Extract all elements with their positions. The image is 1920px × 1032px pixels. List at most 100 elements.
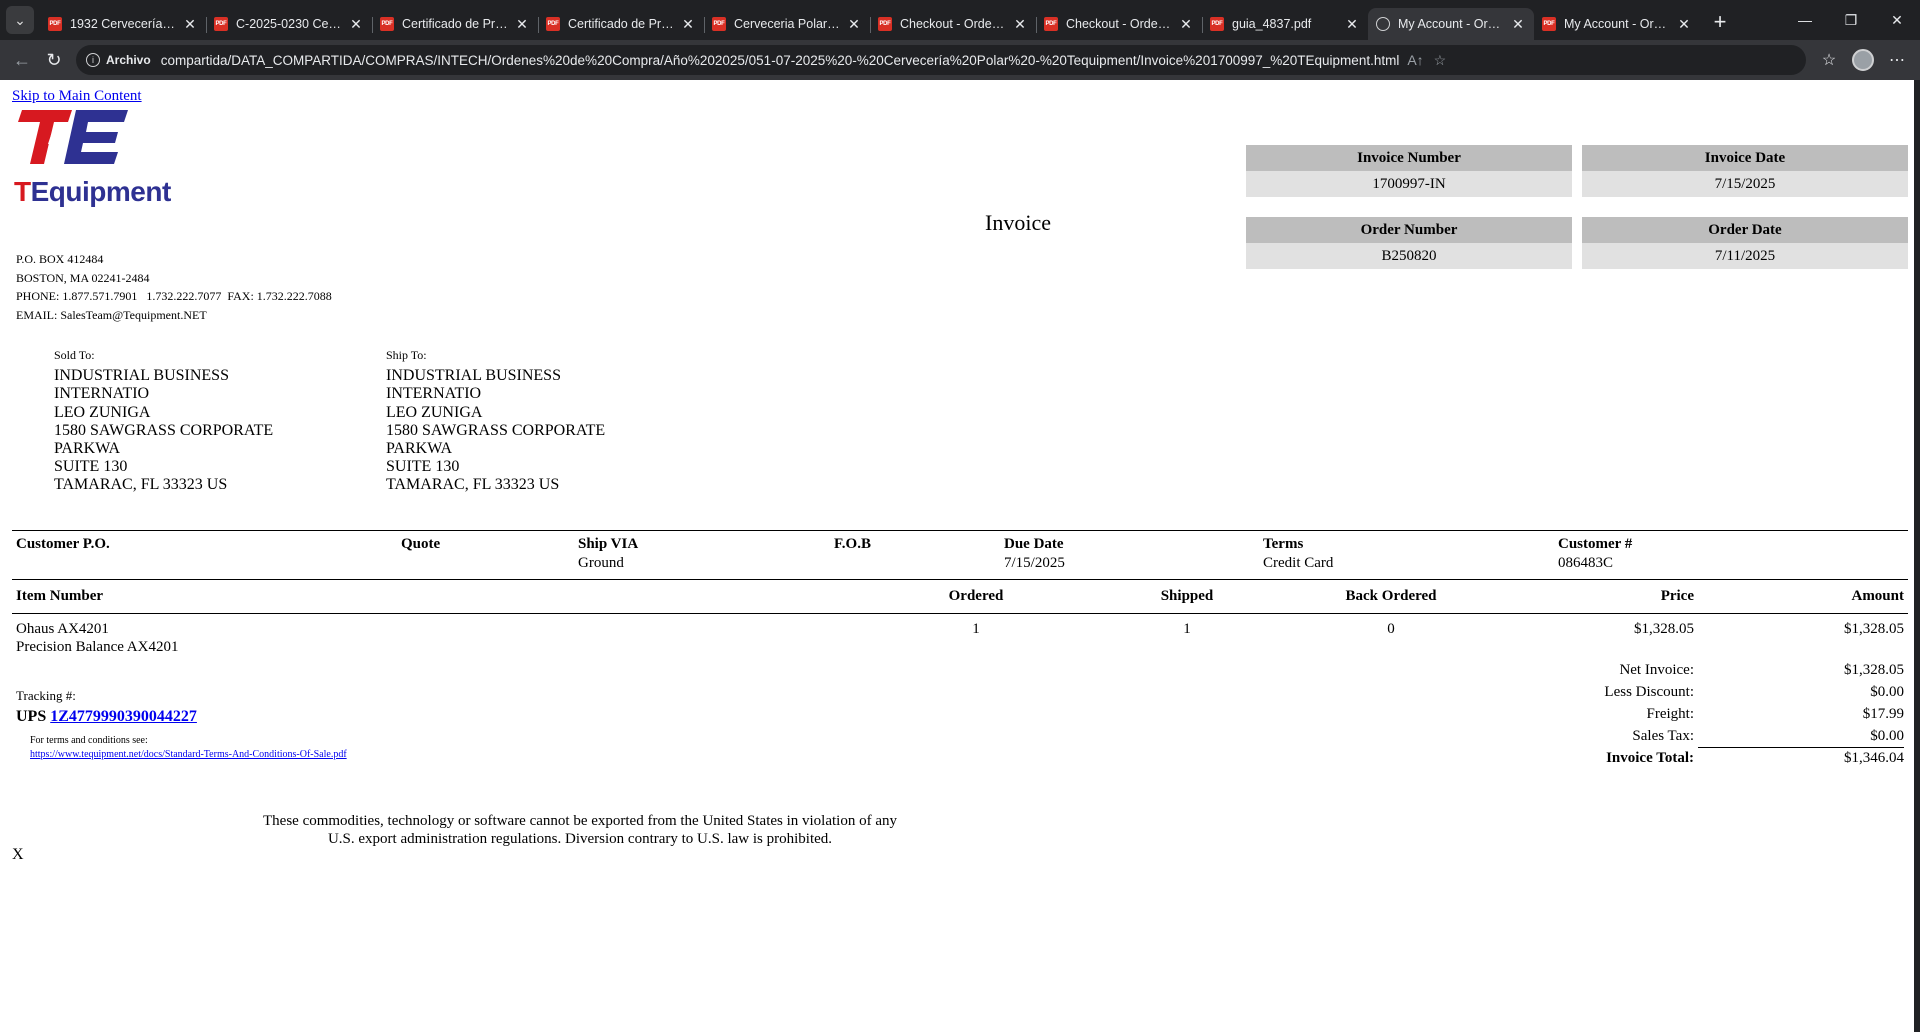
col-back-ordered: Back Ordered xyxy=(1345,588,1437,604)
address-line: LEO ZUNIGA xyxy=(386,403,483,421)
tab-4[interactable]: PDF Cerveceria Polar C.A. ✕ xyxy=(704,8,870,40)
item-amount: $1,328.05 xyxy=(1844,621,1904,637)
close-icon[interactable]: ✕ xyxy=(514,16,530,33)
invoice-number-label: Invoice Number xyxy=(1246,145,1572,171)
close-icon[interactable]: ✕ xyxy=(182,16,198,33)
close-icon[interactable]: ✕ xyxy=(1178,16,1194,33)
tab-1[interactable]: PDF C-2025-0230 Cervecería ✕ xyxy=(206,8,372,40)
back-arrow-icon[interactable]: ← xyxy=(6,44,38,76)
tracking-number-link[interactable]: 1Z4779990390044227 xyxy=(50,708,197,725)
pdf-icon: PDF xyxy=(214,17,228,31)
tab-6[interactable]: PDF Checkout - Order Co ✕ xyxy=(1036,8,1202,40)
skip-to-main-link[interactable]: Skip to Main Content xyxy=(12,88,142,105)
tab-5[interactable]: PDF Checkout - Order Co ✕ xyxy=(870,8,1036,40)
item-shipped: 1 xyxy=(1183,621,1191,637)
sales-tax-value: $0.00 xyxy=(1698,728,1904,748)
address-line: INDUSTRIAL BUSINESS xyxy=(54,367,229,385)
read-aloud-icon[interactable]: A↑ xyxy=(1407,52,1423,69)
order-date-box: Order Date 7/11/2025 xyxy=(1582,217,1908,269)
close-icon[interactable]: ✕ xyxy=(680,16,696,33)
tracking-label: Tracking #: xyxy=(16,688,76,703)
more-menu-icon[interactable]: ⋯ xyxy=(1880,44,1914,76)
tab-title: Checkout - Order Co xyxy=(1066,17,1172,31)
export-notice-line: These commodities, technology or softwar… xyxy=(263,813,897,829)
discount-label: Less Discount: xyxy=(1604,684,1694,700)
x-mark: X xyxy=(12,846,24,863)
address-line: SUITE 130 xyxy=(386,458,460,476)
page-viewport: Skip to Main Content TEquipment P.O. BOX… xyxy=(0,80,1920,1032)
tracking-info: Tracking #: UPS 1Z4779990390044227 xyxy=(16,688,197,726)
invoice-date-label: Invoice Date xyxy=(1582,145,1908,171)
ship-to-label: Ship To: xyxy=(386,348,427,362)
tab-search-chevron-icon[interactable]: ⌄ xyxy=(6,6,34,34)
close-icon[interactable]: ✕ xyxy=(1676,16,1692,33)
address-line: 1580 SAWGRASS CORPORATE xyxy=(54,421,274,439)
order-date-value: 7/11/2025 xyxy=(1582,243,1908,269)
customer-po-col: Customer P.O. xyxy=(16,536,110,552)
close-icon[interactable]: ✕ xyxy=(348,16,364,33)
tab-title: 1932 Cervecería Polar xyxy=(70,17,176,31)
item-price: $1,328.05 xyxy=(1634,621,1694,637)
address-line: SUITE 130 xyxy=(54,458,128,476)
invoice-total-value: $1,346.04 xyxy=(1844,750,1904,766)
col-shipped: Shipped xyxy=(1160,588,1214,604)
tab-0[interactable]: PDF 1932 Cervecería Polar ✕ xyxy=(40,8,206,40)
tab-title: Certificado de Produ xyxy=(402,17,508,31)
globe-icon xyxy=(1376,17,1390,31)
terms-link[interactable]: https://www.tequipment.net/docs/Standard… xyxy=(30,749,347,760)
close-icon[interactable]: ✕ xyxy=(846,16,862,33)
divider xyxy=(12,579,1908,580)
invoice-meta: Invoice Number 1700997-IN Invoice Date 7… xyxy=(1246,145,1908,289)
tab-title: Checkout - Order Co xyxy=(900,17,1006,31)
favorite-star-icon[interactable]: ☆ xyxy=(1434,52,1447,69)
address-line: 1580 SAWGRASS CORPORATE xyxy=(386,421,606,439)
favorites-icon[interactable]: ☆ xyxy=(1812,44,1846,76)
net-invoice-value: $1,328.05 xyxy=(1844,662,1904,678)
customer-number-col: Customer #086483C xyxy=(1558,536,1633,571)
item-ordered: 1 xyxy=(972,621,980,637)
export-notice: These commodities, technology or softwar… xyxy=(225,812,935,848)
tab-2[interactable]: PDF Certificado de Produ ✕ xyxy=(372,8,538,40)
export-notice-line: U.S. export administration regulations. … xyxy=(327,831,833,847)
sold-to-label: Sold To: xyxy=(54,348,95,362)
tab-title: guia_4837.pdf xyxy=(1232,17,1312,31)
net-invoice-label: Net Invoice: xyxy=(1619,662,1694,678)
close-icon[interactable]: ✕ xyxy=(1510,16,1526,33)
address-bar[interactable]: i Archivo compartida/DATA_COMPARTIDA/COM… xyxy=(76,45,1806,75)
restore-icon[interactable]: ❐ xyxy=(1828,0,1874,40)
tracking-line: UPS 1Z4779990390044227 xyxy=(16,708,197,726)
carrier-name: UPS xyxy=(16,708,47,725)
new-tab-plus-icon[interactable]: + xyxy=(1704,6,1736,38)
close-window-icon[interactable]: ✕ xyxy=(1874,0,1920,40)
pdf-icon: PDF xyxy=(878,17,892,31)
reload-icon[interactable]: ↻ xyxy=(38,44,70,76)
tab-7[interactable]: PDF guia_4837.pdf ✕ xyxy=(1202,8,1368,40)
close-icon[interactable]: ✕ xyxy=(1012,16,1028,33)
info-icon[interactable]: i xyxy=(86,53,100,67)
close-icon[interactable]: ✕ xyxy=(1344,16,1360,33)
company-po-box: P.O. BOX 412484 xyxy=(16,252,104,266)
tab-9[interactable]: PDF My Account - Order ✕ xyxy=(1534,8,1700,40)
logo-wordmark: TEquipment xyxy=(14,176,171,207)
address-line: TAMARAC, FL 33323 US xyxy=(386,476,560,494)
item-cell: Ohaus AX4201 Precision Balance AX4201 xyxy=(16,620,178,656)
company-city: BOSTON, MA 02241-2484 xyxy=(16,270,150,285)
te-logo-mark-icon xyxy=(18,110,128,164)
tab-title: My Account - Order xyxy=(1564,17,1670,31)
col-item-number: Item Number xyxy=(16,588,104,604)
order-info-row: Customer P.O. Quote Ship VIA Ground F.O.B… xyxy=(16,536,1906,576)
terms-col: Terms Credit Card xyxy=(1263,536,1334,571)
file-scheme-chip: Archivo xyxy=(106,53,151,67)
omnibox-tools: A↑ ☆ xyxy=(1407,52,1446,69)
profile-avatar[interactable] xyxy=(1846,44,1880,76)
pdf-icon: PDF xyxy=(1210,17,1224,31)
invoice-number-box: Invoice Number 1700997-IN xyxy=(1246,145,1572,197)
tab-8-active[interactable]: My Account - Order ✕ xyxy=(1368,8,1534,40)
pdf-icon: PDF xyxy=(546,17,560,31)
sales-tax-label: Sales Tax: xyxy=(1632,728,1694,744)
window-controls: — ❐ ✕ xyxy=(1782,0,1920,40)
tab-3[interactable]: PDF Certificado de Produ ✕ xyxy=(538,8,704,40)
url-text[interactable]: compartida/DATA_COMPARTIDA/COMPRAS/INTEC… xyxy=(161,53,1400,68)
quote-col: Quote xyxy=(401,536,441,552)
minimize-icon[interactable]: — xyxy=(1782,0,1828,40)
